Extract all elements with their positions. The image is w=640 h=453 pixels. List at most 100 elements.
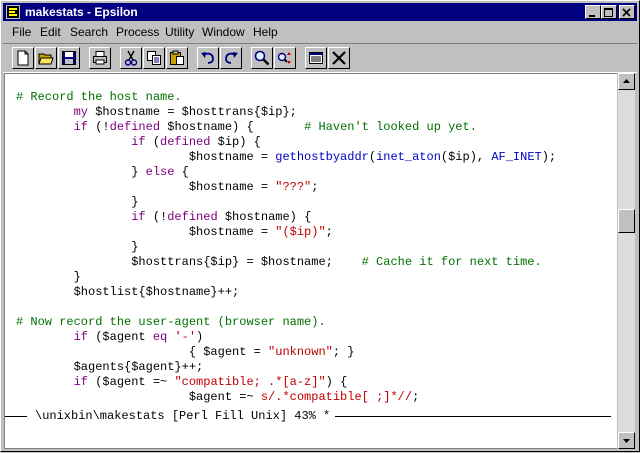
menu-file[interactable]: File (12, 25, 31, 39)
code-token: ; (311, 180, 319, 194)
code-line[interactable]: } (16, 240, 556, 255)
code-comment: # Haven't looked up yet. (304, 120, 477, 134)
mode-line-rule-left (5, 416, 27, 417)
code-keyword: if (73, 375, 89, 389)
buffer-list-icon (309, 52, 323, 64)
code-token: $hostname) { (160, 120, 305, 134)
copy-button[interactable] (143, 47, 165, 69)
code-token: ) (196, 330, 204, 344)
code-line[interactable]: $hostname = "($ip)"; (16, 225, 556, 240)
code-token: } (16, 270, 81, 284)
code-string: '-' (174, 330, 197, 344)
code-token: $agent =~ (16, 390, 261, 404)
code-string: "unknown" (268, 345, 333, 359)
code-token: (! (88, 120, 110, 134)
scroll-thumb[interactable] (618, 209, 635, 233)
code-token: $hostname = $hosttrans{$ip}; (88, 105, 297, 119)
scroll-up-button[interactable] (618, 73, 635, 90)
redo-icon (225, 52, 238, 64)
buffer-list-button[interactable] (305, 47, 327, 69)
vertical-scrollbar[interactable] (618, 73, 635, 449)
paste-icon (170, 50, 184, 65)
code-line[interactable]: } else { (16, 165, 556, 180)
print-button[interactable] (89, 47, 111, 69)
code-line[interactable]: } (16, 195, 556, 210)
minimize-button[interactable] (585, 5, 601, 19)
code-token: ; (325, 225, 333, 239)
undo-icon (201, 52, 214, 64)
cut-button[interactable] (120, 47, 142, 69)
menu-search[interactable]: Search (70, 25, 108, 39)
redo-button[interactable] (220, 47, 242, 69)
code-line[interactable]: $agents{$agent}++; (16, 360, 556, 375)
code-token: ( (145, 135, 161, 149)
app-window: makestats - Epsilon File Edit Search Pro… (0, 0, 640, 452)
close-buffer-button[interactable] (328, 47, 350, 69)
menu-utility[interactable]: Utility (165, 25, 194, 39)
menu-bar: File Edit Search Process Utility Window … (3, 22, 637, 42)
maximize-button[interactable] (601, 5, 617, 19)
code-line[interactable]: my $hostname = $hosttrans{$ip}; (16, 105, 556, 120)
menu-window[interactable]: Window (202, 25, 245, 39)
code-text[interactable]: # Record the host name. my $hostname = $… (16, 90, 556, 405)
scroll-down-button[interactable] (618, 432, 635, 449)
new-file-button[interactable] (12, 47, 34, 69)
code-line[interactable] (16, 300, 556, 315)
editor-area[interactable]: # Record the host name. my $hostname = $… (4, 73, 617, 449)
code-line[interactable]: } (16, 270, 556, 285)
code-token: { $agent = (16, 345, 269, 359)
code-function: inet_aton (376, 150, 441, 164)
epsilon-app-icon[interactable] (6, 5, 20, 19)
code-token: $hostname = (16, 150, 276, 164)
toolbar (3, 43, 637, 73)
new-file-icon (17, 50, 29, 66)
code-function: AF_INET (491, 150, 542, 164)
title-bar[interactable]: makestats - Epsilon (3, 3, 637, 21)
code-token: { (174, 165, 189, 179)
save-disk-icon (62, 51, 76, 65)
maximize-icon (604, 8, 613, 17)
undo-button[interactable] (197, 47, 219, 69)
code-line[interactable]: if ($agent =~ "compatible; .*[a-z]") { (16, 375, 556, 390)
save-button[interactable] (58, 47, 80, 69)
code-line[interactable]: $hostlist{$hostname}++; (16, 285, 556, 300)
code-token: } (16, 195, 139, 209)
cut-scissors-icon (124, 50, 138, 66)
code-line[interactable]: if (defined $ip) { (16, 135, 556, 150)
replace-button[interactable] (274, 47, 296, 69)
code-line[interactable]: if (!defined $hostname) { # Haven't look… (16, 120, 556, 135)
code-line[interactable]: $agent =~ s/.*compatible[ ;]*//; (16, 390, 556, 405)
code-line[interactable]: # Now record the user-agent (browser nam… (16, 315, 556, 330)
mode-line-text: \unixbin\makestats [Perl Fill Unix] 43% … (35, 409, 331, 423)
mode-line-rule-right (335, 416, 611, 417)
code-line[interactable]: if ($agent eq '-') (16, 330, 556, 345)
code-keyword: defined (167, 210, 218, 224)
close-window-button[interactable] (619, 5, 635, 19)
code-token: } (16, 240, 139, 254)
minimize-icon (589, 15, 595, 17)
paste-button[interactable] (166, 47, 188, 69)
code-string: "compatible; .*[a-z]" (174, 375, 326, 389)
code-line[interactable]: if (!defined $hostname) { (16, 210, 556, 225)
arrow-down-icon (623, 439, 630, 443)
code-line[interactable]: # Record the host name. (16, 90, 556, 105)
open-file-button[interactable] (35, 47, 57, 69)
code-token: $agents{$agent}++; (16, 360, 204, 374)
search-button[interactable] (251, 47, 273, 69)
code-keyword: if (131, 210, 146, 224)
code-token: ; (412, 390, 420, 404)
menu-help[interactable]: Help (253, 25, 278, 39)
code-line[interactable]: $hostname = gethostbyaddr(inet_aton($ip)… (16, 150, 556, 165)
code-line[interactable]: $hostname = "???"; (16, 180, 556, 195)
code-line[interactable]: $hosttrans{$ip} = $hostname; # Cache it … (16, 255, 556, 270)
code-comment: # Record the host name. (16, 90, 182, 104)
mode-line: \unixbin\makestats [Perl Fill Unix] 43% … (5, 409, 617, 425)
code-keyword: defined (160, 135, 211, 149)
code-line[interactable]: { $agent = "unknown"; } (16, 345, 556, 360)
menu-edit[interactable]: Edit (40, 25, 61, 39)
menu-process[interactable]: Process (116, 25, 159, 39)
code-keyword: if (73, 120, 89, 134)
